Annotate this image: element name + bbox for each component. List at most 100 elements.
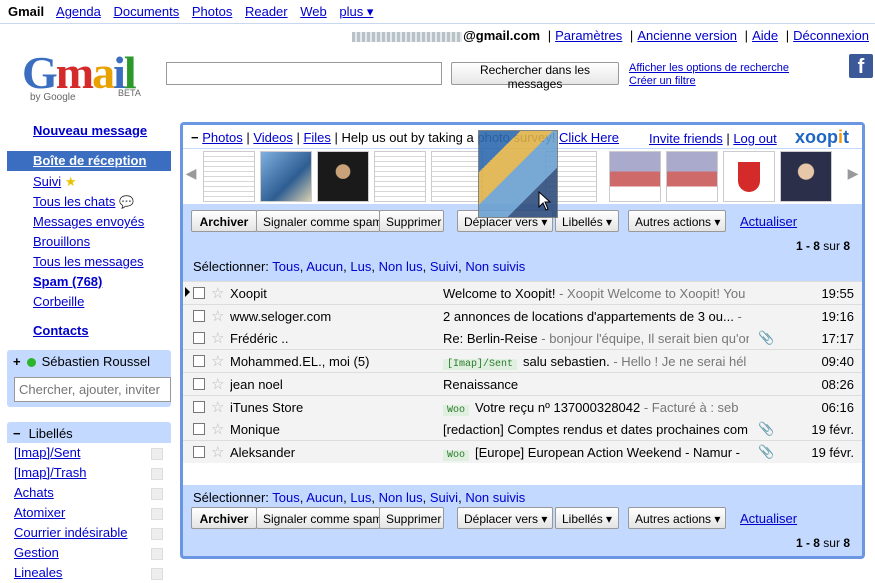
- xoopit-logout-link[interactable]: Log out: [733, 131, 776, 146]
- nav-chats[interactable]: Tous les chats: [33, 194, 115, 209]
- nav-sent[interactable]: Messages envoyés: [33, 214, 144, 229]
- star-outline-icon[interactable]: ☆: [211, 420, 224, 438]
- nav-web[interactable]: Web: [300, 4, 327, 19]
- star-outline-icon[interactable]: ☆: [211, 284, 224, 302]
- row-checkbox[interactable]: [193, 423, 205, 436]
- star-outline-icon[interactable]: ☆: [211, 307, 224, 325]
- xoopit-photos-link[interactable]: Photos: [202, 130, 242, 145]
- report-spam-button[interactable]: Signaler comme spam: [256, 507, 382, 529]
- label-item[interactable]: [Imap]/Trash: [14, 465, 86, 480]
- contacts-link[interactable]: Contacts: [33, 323, 89, 338]
- nav-photos[interactable]: Photos: [192, 4, 232, 19]
- collapse-icon[interactable]: −: [13, 426, 21, 441]
- thumbnail[interactable]: [780, 151, 832, 202]
- nav-more[interactable]: plus ▾: [339, 4, 373, 19]
- nav-agenda[interactable]: Agenda: [56, 4, 101, 19]
- select-all[interactable]: Tous: [272, 259, 299, 274]
- select-starred[interactable]: Suivi: [430, 490, 458, 505]
- delete-button[interactable]: Supprimer: [379, 210, 444, 232]
- star-outline-icon[interactable]: ☆: [211, 329, 224, 347]
- invite-friends-link[interactable]: Invite friends: [649, 131, 723, 146]
- star-outline-icon[interactable]: ☆: [211, 352, 224, 370]
- xoopit-files-link[interactable]: Files: [303, 130, 330, 145]
- status-online-icon[interactable]: [26, 358, 36, 367]
- message-row[interactable]: ☆ Mohammed.EL., moi (5) [Imap]/Sent salu se…: [183, 350, 862, 374]
- label-color-swatch[interactable]: [151, 548, 163, 560]
- message-label-tag[interactable]: [Imap]/Sent: [443, 359, 518, 371]
- archive-button[interactable]: Archiver: [191, 210, 257, 232]
- thumbnail[interactable]: [203, 151, 255, 202]
- message-label-tag[interactable]: Woo: [443, 404, 470, 416]
- nav-starred[interactable]: Suivi: [33, 174, 61, 189]
- refresh-link[interactable]: Actualiser: [740, 511, 797, 526]
- label-item[interactable]: [Imap]/Sent: [14, 445, 80, 460]
- row-checkbox[interactable]: [193, 377, 205, 390]
- label-item[interactable]: Gestion: [14, 545, 59, 560]
- thumbnail[interactable]: [260, 151, 312, 202]
- gmail-logo[interactable]: Gmail by Google BETA: [22, 50, 147, 108]
- move-to-button[interactable]: Déplacer vers ▾: [457, 507, 553, 529]
- search-input[interactable]: [166, 62, 442, 85]
- row-checkbox[interactable]: [193, 332, 205, 345]
- message-row[interactable]: ☆ Frédéric .. Re: Berlin-Reise - bonjour l…: [183, 327, 862, 351]
- compose-link[interactable]: Nouveau message: [33, 123, 147, 138]
- nav-inbox[interactable]: Boîte de réception: [7, 151, 171, 171]
- xoopit-videos-link[interactable]: Videos: [253, 130, 293, 145]
- row-checkbox[interactable]: [193, 445, 205, 458]
- xoopit-logo[interactable]: xoopit: [795, 127, 849, 148]
- message-row[interactable]: ☆ Monique [redaction] Comptes rendus et da…: [183, 418, 862, 442]
- label-color-swatch[interactable]: [151, 528, 163, 540]
- expand-icon[interactable]: +: [13, 354, 21, 369]
- archive-button[interactable]: Archiver: [191, 507, 257, 529]
- scroll-right-icon[interactable]: ▶: [847, 163, 859, 183]
- select-unstarred[interactable]: Non suivis: [465, 259, 525, 274]
- star-outline-icon[interactable]: ☆: [211, 375, 224, 393]
- label-item[interactable]: Atomixer: [14, 505, 65, 520]
- select-read[interactable]: Lus: [350, 490, 371, 505]
- thumbnail[interactable]: [609, 151, 661, 202]
- select-unread[interactable]: Non lus: [379, 259, 423, 274]
- select-read[interactable]: Lus: [350, 259, 371, 274]
- message-row[interactable]: ☆ Aleksander Woo [Europe] European Action W…: [183, 440, 862, 464]
- nav-trash[interactable]: Corbeille: [33, 294, 84, 309]
- label-color-swatch[interactable]: [151, 508, 163, 520]
- message-row[interactable]: ☆ jean noel Renaissance 08:26: [183, 372, 862, 396]
- old-version-link[interactable]: Ancienne version: [637, 28, 737, 43]
- nav-reader[interactable]: Reader: [245, 4, 288, 19]
- thumbnail[interactable]: [666, 151, 718, 202]
- create-filter-link[interactable]: Créer un filtre: [629, 75, 789, 88]
- xoopit-survey-link[interactable]: Click Here: [559, 130, 619, 145]
- row-checkbox[interactable]: [193, 287, 205, 299]
- star-outline-icon[interactable]: ☆: [211, 443, 224, 461]
- chat-search-input[interactable]: [14, 377, 171, 402]
- label-item[interactable]: Lineales: [14, 565, 62, 580]
- thumbnail[interactable]: [374, 151, 426, 202]
- thumbnail[interactable]: [317, 151, 369, 202]
- xoopit-collapse-icon[interactable]: −: [191, 130, 199, 145]
- label-color-swatch[interactable]: [151, 568, 163, 580]
- refresh-link[interactable]: Actualiser: [740, 214, 797, 229]
- facebook-icon[interactable]: f: [849, 54, 873, 78]
- label-color-swatch[interactable]: [151, 488, 163, 500]
- row-checkbox[interactable]: [193, 309, 205, 322]
- more-actions-button[interactable]: Autres actions ▾: [628, 210, 726, 232]
- nav-drafts[interactable]: Brouillons: [33, 234, 90, 249]
- select-unstarred[interactable]: Non suivis: [465, 490, 525, 505]
- row-checkbox[interactable]: [193, 355, 205, 368]
- label-color-swatch[interactable]: [151, 448, 163, 460]
- select-none[interactable]: Aucun: [306, 490, 343, 505]
- logout-link[interactable]: Déconnexion: [793, 28, 869, 43]
- nav-documents[interactable]: Documents: [113, 4, 179, 19]
- star-outline-icon[interactable]: ☆: [211, 398, 224, 416]
- search-button[interactable]: Rechercher dans les messages: [451, 62, 619, 91]
- search-options-link[interactable]: Afficher les options de recherche: [629, 62, 789, 75]
- message-row[interactable]: ☆ www.seloger.com 2 annonces de locations …: [183, 304, 862, 328]
- labels-button[interactable]: Libellés ▾: [555, 210, 619, 232]
- delete-button[interactable]: Supprimer: [379, 507, 444, 529]
- label-color-swatch[interactable]: [151, 468, 163, 480]
- thumbnail[interactable]: [431, 151, 483, 202]
- label-item[interactable]: Achats: [14, 485, 54, 500]
- label-item[interactable]: Courrier indésirable: [14, 525, 127, 540]
- select-starred[interactable]: Suivi: [430, 259, 458, 274]
- report-spam-button[interactable]: Signaler comme spam: [256, 210, 382, 232]
